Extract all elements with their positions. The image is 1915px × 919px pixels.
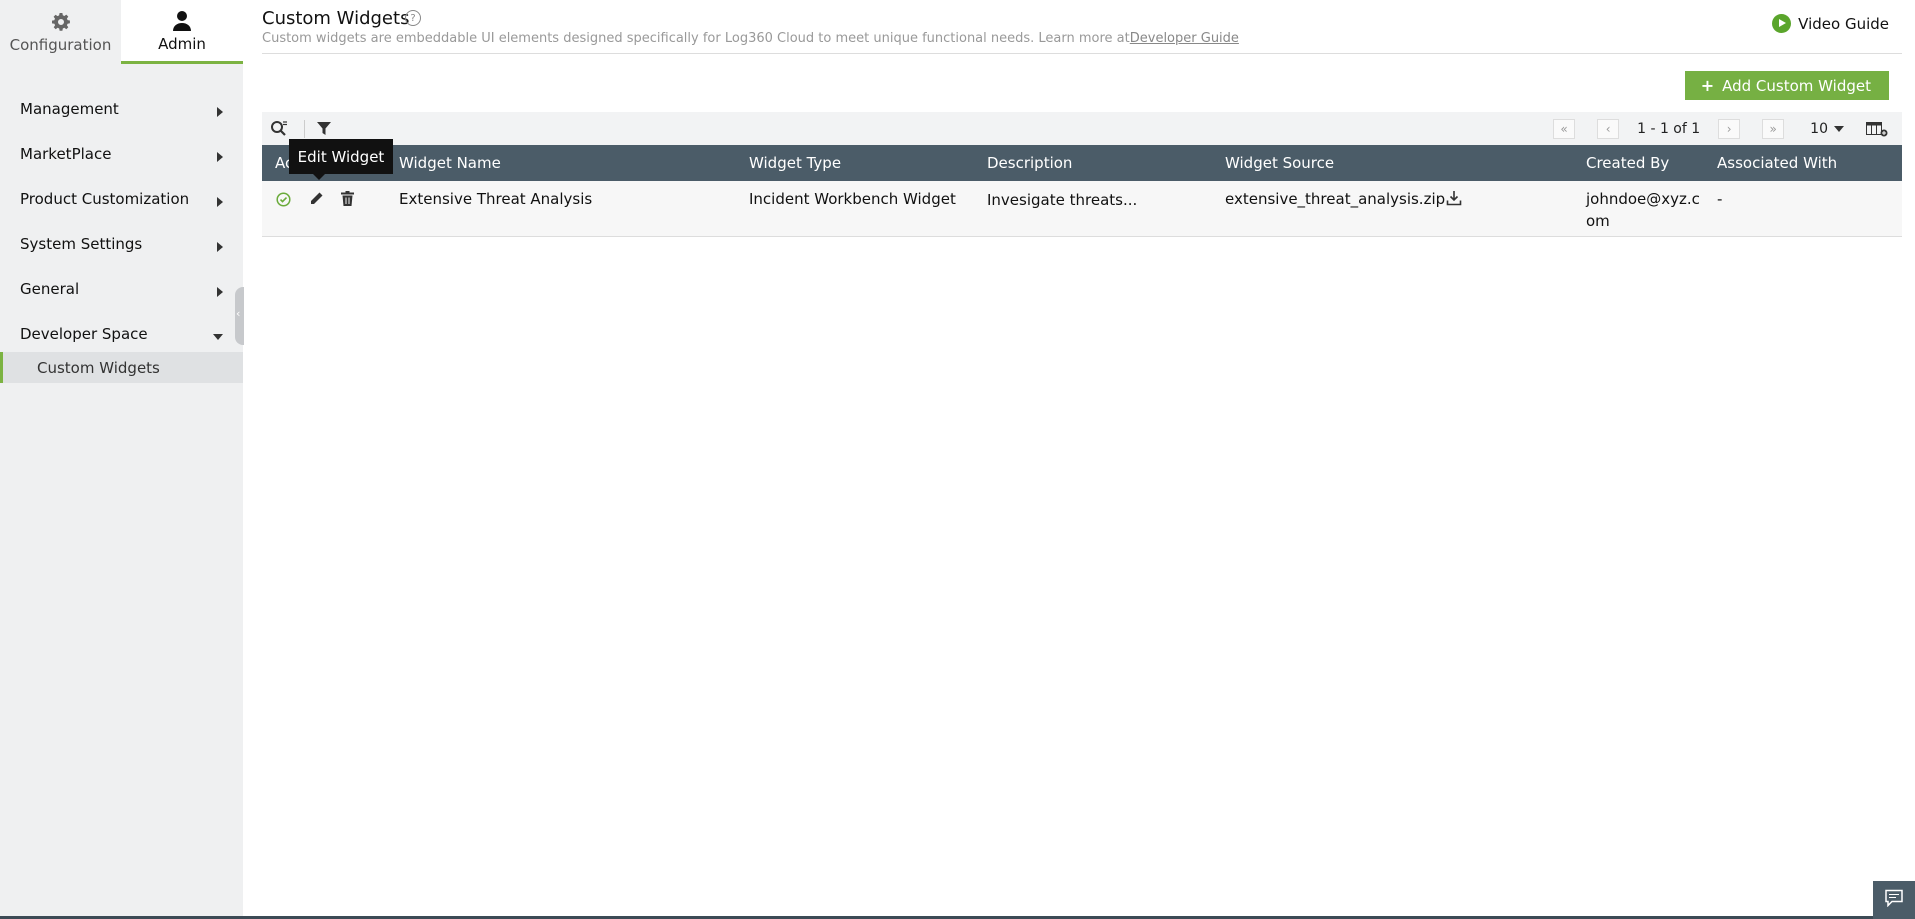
column-header-description[interactable]: Description [987,145,1072,181]
table-toolbar: « ‹ 1 - 1 of 1 › » 10 [262,112,1902,145]
search-icon[interactable] [270,120,288,142]
sidebar-item-marketplace[interactable]: MarketPlace [0,131,243,176]
tab-admin-label: Admin [158,34,206,53]
page-header: Custom Widgets ? Custom widgets are embe… [262,0,1902,54]
page-size-select[interactable]: 10 [1810,121,1844,137]
page-size-value: 10 [1810,120,1828,137]
sidebar-subitem-label: Custom Widgets [37,358,160,377]
filter-icon[interactable] [317,121,331,140]
column-header-created-by[interactable]: Created By [1586,145,1669,181]
plus-icon: + [1700,76,1715,95]
add-custom-widget-label: Add Custom Widget [1722,76,1871,95]
table-row: Extensive Threat Analysis Incident Workb… [262,181,1902,237]
created-by-line-1: johndoe@xyz.c [1586,190,1700,208]
tab-configuration-label: Configuration [9,36,112,54]
sidebar-item-label: System Settings [20,234,143,253]
table-header: Ac Widget Name Widget Type Description W… [262,145,1902,181]
column-settings-icon[interactable] [1866,121,1888,137]
chevron-right-icon [217,151,223,162]
video-guide-button[interactable]: Video Guide [1772,14,1889,33]
chevron-right-icon [217,241,223,252]
developer-guide-link[interactable]: Developer Guide [1130,31,1239,46]
chat-button[interactable] [1873,881,1915,919]
delete-icon[interactable] [341,190,354,212]
chevron-right-icon [217,286,223,297]
page-title: Custom Widgets [262,8,410,29]
chat-icon [1884,889,1904,911]
video-guide-label: Video Guide [1798,14,1889,33]
sidebar-item-custom-widgets[interactable]: Custom Widgets [0,352,243,383]
chevron-right-icon [217,106,223,117]
first-page-button[interactable]: « [1553,118,1576,139]
sidebar-item-label: Management [20,99,119,118]
sidebar: Configuration Admin Management MarketPla… [0,0,243,919]
prev-page-button[interactable]: ‹ [1597,118,1620,139]
column-header-widget-type[interactable]: Widget Type [749,145,841,181]
sidebar-collapse-handle[interactable] [235,287,244,345]
main-content: Custom Widgets ? Custom widgets are embe… [262,0,1902,237]
created-by-line-2: om [1586,212,1610,230]
sidebar-item-label: MarketPlace [20,144,112,163]
created-by-cell: johndoe@xyz.c om [1586,188,1700,232]
user-icon [172,9,192,33]
description-cell: Invesigate threats... [987,191,1138,209]
caret-down-icon [1834,125,1844,132]
edit-icon[interactable] [309,190,324,212]
next-page-button[interactable]: › [1718,118,1741,139]
play-icon [1772,14,1792,33]
top-tabs: Configuration Admin [0,0,243,64]
sidebar-nav: Management MarketPlace Product Customiza… [0,86,243,383]
page-subtitle: Custom widgets are embeddable UI element… [262,31,1239,46]
sidebar-item-product-customization[interactable]: Product Customization [0,176,243,221]
sidebar-item-label: General [20,279,80,298]
edit-widget-tooltip: Edit Widget [289,139,393,180]
add-custom-widget-button[interactable]: + Add Custom Widget [1684,71,1889,100]
chevron-right-icon [217,196,223,207]
sidebar-item-system-settings[interactable]: System Settings [0,221,243,266]
help-icon[interactable]: ? [405,10,421,26]
chevron-down-icon [213,333,223,340]
widget-name-cell: Extensive Threat Analysis [399,190,593,208]
sidebar-item-label: Product Customization [20,189,190,208]
pagination: « ‹ 1 - 1 of 1 › » 10 [1549,112,1902,145]
sidebar-item-label: Developer Space [20,324,148,343]
tab-configuration[interactable]: Configuration [0,0,121,64]
subtitle-text: Custom widgets are embeddable UI element… [262,31,1130,46]
tab-admin[interactable]: Admin [121,0,243,64]
column-header-widget-name[interactable]: Widget Name [399,145,501,181]
column-header-associated-with[interactable]: Associated With [1717,145,1837,181]
enabled-status-icon[interactable] [276,191,291,213]
sidebar-item-general[interactable]: General [0,266,243,311]
column-header-widget-source[interactable]: Widget Source [1225,145,1334,181]
download-icon[interactable] [1446,190,1462,212]
sidebar-item-management[interactable]: Management [0,86,243,131]
last-page-button[interactable]: » [1762,118,1785,139]
widget-type-cell: Incident Workbench Widget [749,190,956,208]
toolbar-divider [304,120,305,138]
associated-with-cell: - [1717,190,1723,208]
gear-icon [51,10,71,34]
sidebar-item-developer-space[interactable]: Developer Space [0,311,243,356]
page-range: 1 - 1 of 1 [1637,120,1701,137]
widget-source-cell: extensive_threat_analysis.zip [1225,190,1446,208]
